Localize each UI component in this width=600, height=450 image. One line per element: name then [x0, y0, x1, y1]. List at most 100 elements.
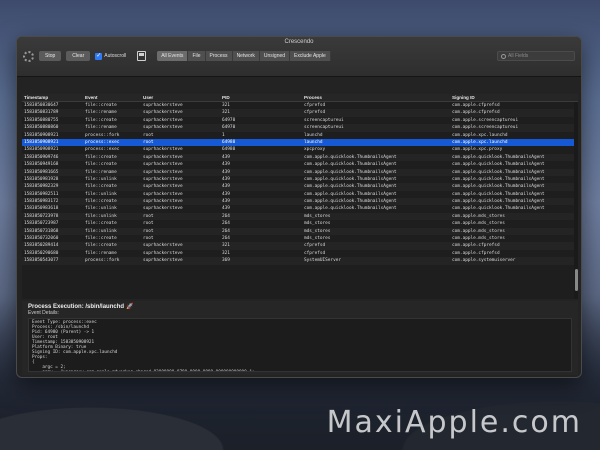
table-row[interactable]: 1583850908921 process::exec suprhackerstev… — [22, 146, 578, 153]
table-cell: 64970 — [222, 117, 236, 123]
column-header-pid[interactable]: PID — [220, 94, 302, 101]
table-cell: cfprefsd — [304, 103, 326, 108]
table-cell: file::create — [85, 103, 117, 108]
table-row[interactable]: 1583850982329 file::create suprhackersteve… — [22, 183, 578, 191]
table-cell: 1583850949168 — [24, 162, 59, 168]
table-cell: mds_stores — [304, 236, 331, 242]
rocket-icon: 🚀 — [126, 304, 134, 310]
details-title: Process Execution: /sbin/launchd — [28, 303, 125, 310]
search-icon — [501, 53, 506, 59]
table-cell: com.apple.cfprefsd — [452, 103, 500, 108]
table-cell: com.apple.xpc.launchd — [452, 139, 508, 145]
table-cell: 64980 — [222, 139, 236, 145]
table-row[interactable]: 1583850983618 file::unlink suprhackersteve… — [22, 205, 578, 212]
table-cell: 439 — [222, 206, 230, 212]
table-cell: 1583850723987 — [24, 221, 59, 227]
search-field[interactable] — [497, 51, 575, 61]
table-cell: com.apple.quicklook.ThumbnailsAgent — [452, 176, 545, 182]
table-cell: process::exec — [85, 139, 120, 145]
table-row[interactable]: 1583850723987 file::create root 264 mds_stor… — [22, 220, 578, 227]
table-cell: suprhackersteve — [143, 169, 183, 175]
table-row[interactable]: 1583850981928 file::unlink suprhackersteve… — [22, 176, 578, 183]
table-cell: root — [143, 221, 154, 227]
scrollbar-thumb[interactable] — [575, 269, 578, 291]
table-row[interactable]: 1583850880755 file::create suprhackersteve… — [22, 117, 578, 124]
table-cell: com.apple.quicklook.ThumbnailsAgent — [452, 154, 545, 160]
filter-file[interactable]: File — [188, 51, 206, 61]
details-title-row: Process Execution: /sbin/launchd 🚀 — [22, 301, 578, 311]
table-cell: 1583850289414 — [24, 243, 59, 249]
table-row[interactable]: 1583850830647 file::create suprhackersteve… — [22, 102, 578, 109]
table-row[interactable]: 1583850908921 process::exec root 64980 launc… — [22, 138, 578, 147]
table-cell: com.apple.mds_stores — [452, 228, 505, 234]
table-cell: suprhackersteve — [143, 176, 183, 182]
table-cell: SystemUIServer — [304, 258, 342, 264]
table-cell: screencaptureui — [304, 125, 344, 131]
column-header-process[interactable]: Process — [302, 94, 450, 101]
table-cell: com.apple.systemuiserver — [452, 258, 516, 264]
filter-process[interactable]: Process — [206, 51, 233, 61]
filter-network[interactable]: Network — [233, 51, 260, 61]
table-cell: 1583850983618 — [24, 206, 59, 212]
table-cell: suprhackersteve — [143, 250, 183, 256]
table-cell: com.apple.mds_stores — [452, 221, 505, 227]
stop-button[interactable]: Stop — [39, 51, 62, 61]
search-input[interactable] — [508, 53, 568, 59]
autoscroll-checkbox[interactable]: ✓ Autoscroll — [95, 52, 126, 60]
table-cell: com.apple.mds_stores — [452, 213, 505, 219]
table-cell: 439 — [222, 199, 230, 205]
table-cell: file::unlink — [85, 176, 117, 182]
clear-button[interactable]: Clear — [66, 51, 91, 61]
table-cell: 439 — [222, 162, 230, 168]
table-cell: 1583850880860 — [24, 125, 59, 131]
save-icon[interactable] — [137, 51, 147, 61]
table-cell: com.apple.quicklook.ThumbnailsAgent — [304, 154, 397, 160]
toolbar: Stop Clear ✓ Autoscroll All Events File Pr… — [23, 49, 575, 63]
table-cell: suprhackersteve — [143, 117, 183, 123]
table-cell: com.apple.mds_stores — [452, 236, 505, 242]
table-cell: file::create — [85, 184, 117, 190]
table-row[interactable]: 1583850289414 file::create suprhackersteve… — [22, 242, 578, 250]
column-header-timestamp[interactable]: Timestamp — [22, 94, 83, 101]
table-cell: root — [143, 236, 154, 242]
table-cell: com.apple.cfprefsd — [452, 110, 500, 116]
table-cell: 264 — [222, 228, 230, 234]
table-cell: process::exec — [85, 147, 120, 153]
table-cell: process::fork — [85, 132, 120, 138]
filter-unsigned[interactable]: Unsigned — [260, 51, 291, 61]
column-header-signing-id[interactable]: Signing ID — [450, 94, 578, 101]
table-cell: launchd — [304, 132, 323, 138]
table-row[interactable]: 1583850949168 file::create suprhackersteve… — [22, 161, 578, 168]
table-row[interactable]: 1583850982511 file::unlink suprhackersteve… — [22, 191, 578, 198]
table-cell: 1583850981665 — [24, 169, 59, 175]
table-cell: mds_stores — [304, 228, 331, 234]
table-row[interactable]: 1583850908921 process::fork root 1 launchd co… — [22, 132, 578, 139]
table-row[interactable]: 1583850981665 file::rename suprhackersteve… — [22, 168, 578, 176]
column-header-user[interactable]: User — [141, 94, 220, 101]
table-cell: 1583850982511 — [24, 191, 59, 197]
table-cell: com.apple.cfprefsd — [452, 250, 500, 256]
table-row[interactable]: 1583850732060 file::create root 264 mds_stor… — [22, 235, 578, 242]
table-row[interactable]: 1583850543077 process::fork suprhackerstev… — [22, 257, 578, 265]
column-header-event[interactable]: Event — [83, 94, 141, 101]
filter-exclude-apple[interactable]: Exclude Apple — [290, 51, 331, 61]
table-cell: file::unlink — [85, 206, 117, 212]
table-row[interactable]: 1583850723978 file::unlink root 264 mds_stor… — [22, 212, 578, 221]
table-row[interactable]: 1583850983172 file::create suprhackersteve… — [22, 198, 578, 206]
table-cell: 439 — [222, 191, 230, 197]
table-cell: suprhackersteve — [143, 147, 183, 153]
table-cell: file::rename — [85, 169, 117, 175]
details-text-box[interactable]: Event Type: process::exec Process: /sbin/… — [28, 318, 572, 372]
table-cell: suprhackersteve — [143, 154, 183, 160]
table-cell: 1583850731868 — [24, 228, 59, 234]
table-row[interactable]: 1583850731868 file::unlink root 264 mds_stor… — [22, 227, 578, 236]
table-row[interactable]: 1583850909746 file::create suprhackersteve… — [22, 153, 578, 162]
table-cell: file::create — [85, 243, 117, 249]
table-cell: file::create — [85, 199, 117, 205]
table-cell: 1583850880755 — [24, 117, 59, 123]
table-row[interactable]: 1583850831789 file::rename suprhackersteve… — [22, 109, 578, 117]
table-cell: com.apple.screencaptureui — [452, 125, 519, 131]
table-row[interactable]: 1583850290680 file::rename suprhackersteve… — [22, 250, 578, 257]
filter-all-events[interactable]: All Events — [157, 51, 189, 61]
table-row[interactable]: 1583850880860 file::rename suprhackersteve… — [22, 124, 578, 132]
